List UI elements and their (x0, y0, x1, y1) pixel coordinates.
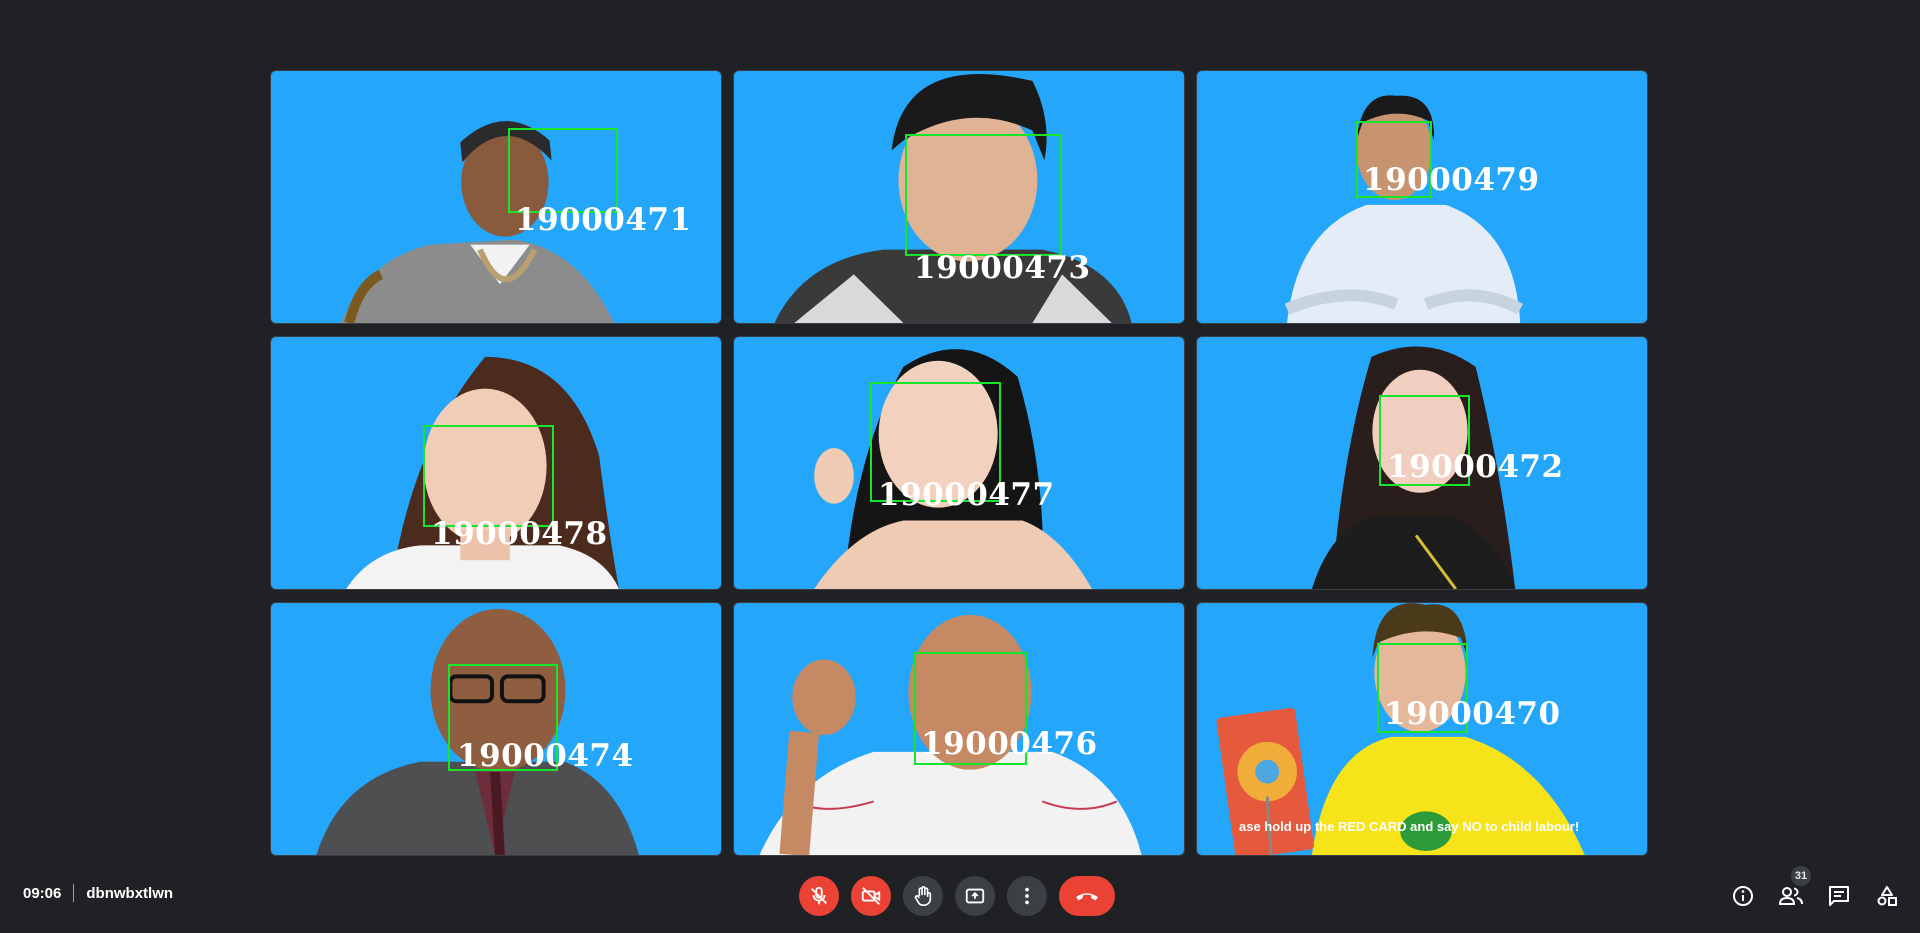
face-id-label: 19000479 (1363, 162, 1540, 199)
activities-button[interactable] (1867, 878, 1907, 914)
phone-hangup-icon (1076, 893, 1098, 901)
video-tile[interactable]: 19000474 (270, 602, 722, 856)
divider (73, 884, 75, 902)
face-detection-box (905, 134, 1062, 256)
face-id-label: 19000473 (914, 250, 1091, 287)
video-tile[interactable]: 19000479 (1196, 70, 1648, 324)
hand-icon (914, 886, 932, 906)
side-panel-controls: 31 (1715, 866, 1907, 914)
video-tile[interactable]: 19000478 (270, 336, 722, 590)
call-controls (799, 876, 1115, 916)
mic-off-icon (811, 886, 827, 905)
video-grid: 19000471 19000473 19000479 19000478 1900… (270, 70, 1651, 858)
face-id-label: 19000471 (515, 202, 692, 239)
chat-icon (1829, 886, 1849, 906)
present-screen-button[interactable] (955, 876, 995, 916)
meeting-stage: 19000471 19000473 19000479 19000478 1900… (0, 0, 1920, 933)
video-tile[interactable]: 19000476 (733, 602, 1185, 856)
face-detection-box (423, 425, 554, 527)
activities-icon (1877, 886, 1897, 906)
camera-off-button[interactable] (851, 876, 891, 916)
people-button[interactable]: 31 (1771, 866, 1811, 914)
meeting-info-button[interactable] (1723, 878, 1763, 914)
more-options-button[interactable] (1007, 876, 1047, 916)
meeting-details: 09:06 dbnwbxtlwn (23, 884, 173, 902)
mic-off-button[interactable] (799, 876, 839, 916)
meeting-code: dbnwbxtlwn (86, 884, 174, 902)
video-tile[interactable]: 19000477 (733, 336, 1185, 590)
camera-off-icon (861, 887, 881, 905)
people-icon (1778, 887, 1803, 905)
participant-count-badge: 31 (1791, 866, 1811, 886)
face-id-label: 19000470 (1384, 696, 1561, 733)
present-icon (965, 888, 985, 904)
meeting-time: 09:06 (23, 884, 62, 902)
raise-hand-button[interactable] (903, 876, 943, 916)
video-tile[interactable]: 19000472 (1196, 336, 1648, 590)
leave-call-button[interactable] (1059, 876, 1115, 916)
chat-button[interactable] (1819, 878, 1859, 914)
face-id-label: 19000478 (431, 516, 608, 553)
face-id-label: 19000476 (921, 726, 1098, 763)
participant-video (341, 121, 615, 323)
video-tile[interactable]: 19000470 ase hold up the RED CARD and sa… (1196, 602, 1648, 856)
face-id-label: 19000474 (457, 738, 634, 775)
face-id-label: 19000472 (1387, 449, 1564, 486)
face-id-label: 19000477 (878, 477, 1055, 514)
more-vert-icon (1025, 887, 1029, 905)
face-detection-box (508, 128, 618, 213)
video-tile[interactable]: 19000473 (733, 70, 1185, 324)
info-icon (1733, 886, 1753, 906)
banner-caption: ase hold up the RED CARD and say NO to c… (1239, 819, 1580, 834)
video-tile[interactable]: 19000471 (270, 70, 722, 324)
bottom-toolbar: 09:06 dbnwbxtlwn 31 (0, 866, 1920, 920)
